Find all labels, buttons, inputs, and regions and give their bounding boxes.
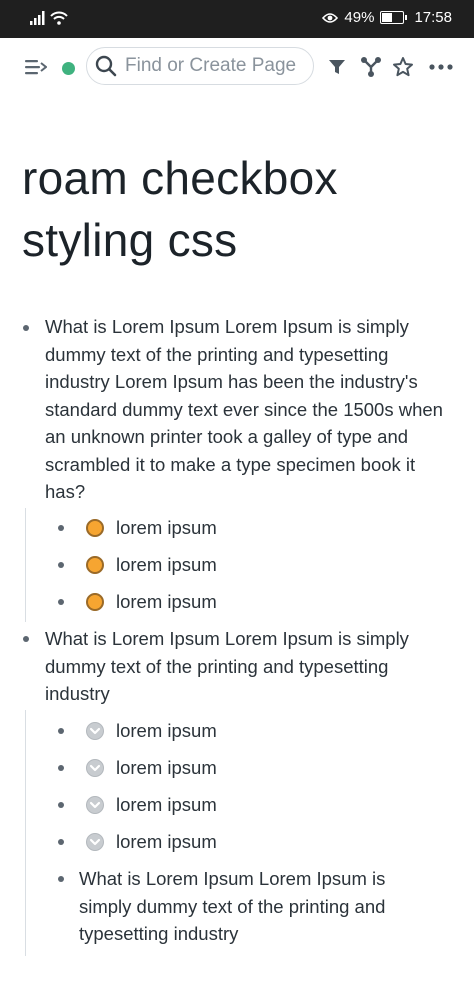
menu-icon	[25, 60, 47, 75]
status-bar: 49% 17:58	[0, 0, 474, 38]
cellular-signal-icon	[30, 11, 45, 25]
block-bullet[interactable]	[58, 839, 64, 845]
block-bullet[interactable]	[58, 525, 64, 531]
block-text[interactable]: What is Lorem Ipsum Lorem Ipsum is simpl…	[79, 865, 439, 948]
indent-guide	[25, 710, 26, 956]
check-icon	[89, 727, 101, 735]
block-text[interactable]: What is Lorem Ipsum Lorem Ipsum is simpl…	[45, 625, 455, 708]
more-options-button[interactable]	[428, 58, 454, 76]
sync-status-dot	[61, 61, 75, 75]
done-checkbox[interactable]	[86, 796, 104, 814]
block-bullet[interactable]	[58, 728, 64, 734]
more-horizontal-icon	[429, 64, 453, 70]
done-checkbox[interactable]	[86, 759, 104, 777]
indent-guide	[25, 508, 26, 622]
todo-checkbox[interactable]	[86, 519, 104, 537]
sidebar-toggle-button[interactable]	[24, 56, 48, 78]
clock-time: 17:58	[414, 9, 452, 26]
block-bullet[interactable]	[58, 876, 64, 882]
check-icon	[89, 764, 101, 772]
search-icon	[95, 55, 117, 77]
block-text[interactable]: lorem ipsum	[116, 791, 217, 819]
check-icon	[89, 838, 101, 846]
todo-checkbox[interactable]	[86, 593, 104, 611]
app-toolbar	[0, 38, 474, 96]
todo-checkbox[interactable]	[86, 556, 104, 574]
done-checkbox[interactable]	[86, 833, 104, 851]
block-text[interactable]: lorem ipsum	[116, 588, 217, 616]
block-bullet[interactable]	[58, 765, 64, 771]
block-text[interactable]: lorem ipsum	[116, 828, 217, 856]
eye-comfort-icon	[322, 12, 339, 23]
done-checkbox[interactable]	[86, 722, 104, 740]
star-icon	[393, 57, 413, 77]
block-bullet[interactable]	[23, 325, 29, 331]
graph-icon	[361, 57, 381, 77]
block-bullet[interactable]	[58, 599, 64, 605]
block-text[interactable]: lorem ipsum	[116, 717, 217, 745]
block-text[interactable]: lorem ipsum	[116, 754, 217, 782]
page-title[interactable]: roam checkbox styling css	[22, 147, 452, 271]
block-bullet[interactable]	[58, 562, 64, 568]
block-text[interactable]: lorem ipsum	[116, 514, 217, 542]
search-bar[interactable]	[86, 47, 314, 85]
check-icon	[89, 801, 101, 809]
block-text[interactable]: lorem ipsum	[116, 551, 217, 579]
filter-icon	[329, 60, 345, 74]
block-bullet[interactable]	[23, 636, 29, 642]
block-text[interactable]: What is Lorem Ipsum Lorem Ipsum is simpl…	[45, 313, 455, 506]
sync-status-indicator[interactable]	[61, 61, 75, 75]
search-input[interactable]	[123, 54, 307, 78]
filter-button[interactable]	[326, 56, 348, 78]
block-bullet[interactable]	[58, 802, 64, 808]
graph-overview-button[interactable]	[359, 55, 383, 79]
favorite-button[interactable]	[391, 55, 415, 79]
battery-percent: 49%	[344, 9, 375, 26]
battery-icon	[380, 11, 408, 24]
wifi-icon	[50, 11, 68, 25]
